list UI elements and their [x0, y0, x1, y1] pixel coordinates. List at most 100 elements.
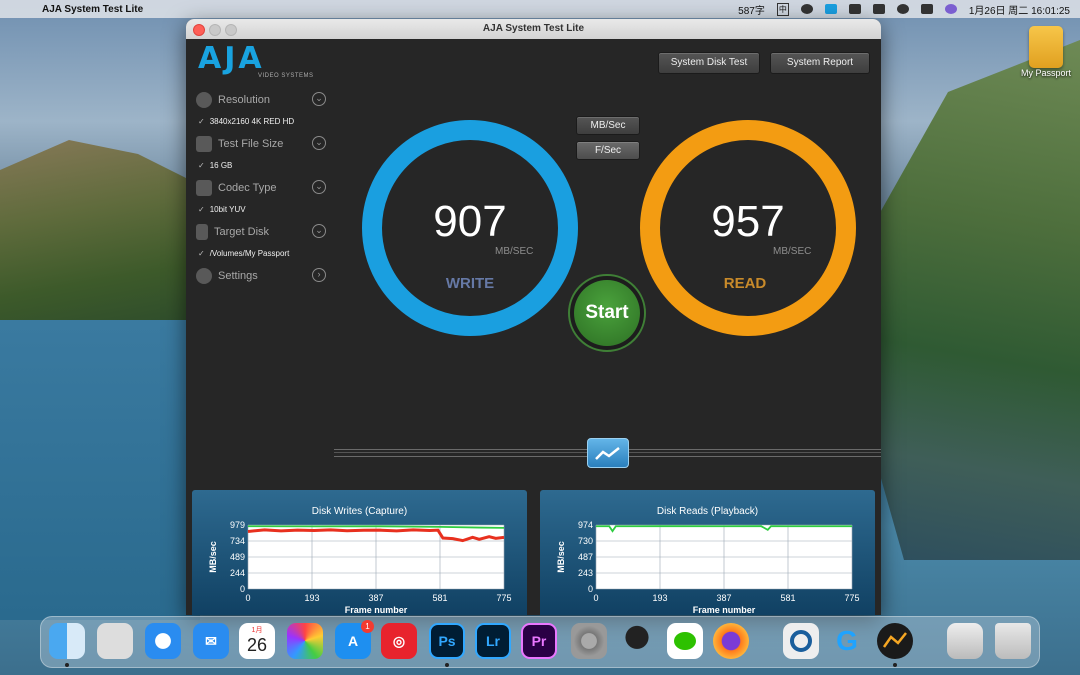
- y-tick-label: 0: [240, 584, 245, 594]
- codec-type-label: Codec Type: [218, 182, 277, 194]
- codec-type-value-text: 10bit YUV: [209, 205, 246, 214]
- volume-icon[interactable]: [872, 4, 885, 14]
- gear-icon: [196, 268, 212, 284]
- downloads-folder-icon[interactable]: [947, 623, 983, 659]
- read-label: READ: [723, 275, 767, 292]
- start-button[interactable]: Start: [568, 274, 646, 352]
- system-disk-test-button[interactable]: System Disk Test: [658, 52, 760, 74]
- calendar-month: 1月: [251, 627, 263, 634]
- codec-type-row[interactable]: Codec Type ⌄: [196, 177, 326, 199]
- settings-chevron-right-icon[interactable]: ›: [312, 268, 326, 282]
- logitech-g-hub-icon[interactable]: G: [829, 623, 865, 659]
- target-disk-row[interactable]: Target Disk ⌄: [196, 221, 326, 243]
- photoshop-icon[interactable]: Ps: [429, 623, 465, 659]
- x-tick-label: 0: [593, 593, 598, 603]
- char-count: 587字: [738, 5, 765, 17]
- launchpad-icon[interactable]: [97, 623, 133, 659]
- wallpaper-hills-right: [860, 40, 1080, 560]
- target-disk-value-text: /Volumes/My Passport: [209, 249, 290, 258]
- x-tick-label: 387: [716, 593, 731, 603]
- desktop-drive-my-passport[interactable]: My Passport: [1021, 26, 1071, 78]
- x-tick-label: 775: [844, 593, 859, 603]
- logitech-icon[interactable]: [824, 4, 837, 14]
- system-preferences-icon[interactable]: [571, 623, 607, 659]
- netease-music-icon[interactable]: ◎: [381, 623, 417, 659]
- aja-system-test-icon[interactable]: [877, 623, 913, 659]
- firefox-icon[interactable]: [713, 623, 749, 659]
- x-tick-label: 387: [368, 593, 383, 603]
- y-tick-label: 979: [230, 520, 245, 530]
- active-app-name[interactable]: AJA System Test Lite: [42, 4, 143, 15]
- test-file-size-chevron-down-icon[interactable]: ⌄: [312, 136, 326, 150]
- app-store-icon[interactable]: A1: [335, 620, 374, 659]
- wifi-icon[interactable]: [896, 4, 909, 14]
- y-tick-label: 734: [230, 536, 245, 546]
- disk-writes-panel: Disk Writes (Capture) 0 193 387 581 775 979 73…: [192, 490, 527, 615]
- resolution-label: Resolution: [218, 94, 270, 106]
- settings-row[interactable]: Settings ›: [196, 265, 326, 287]
- y-tick-label: 0: [588, 584, 593, 594]
- x-tick-label: 581: [432, 593, 447, 603]
- menu-bar: AJA System Test Lite 587字 中 1月26日 周二 16:…: [0, 0, 1080, 18]
- trash-icon[interactable]: [995, 623, 1031, 659]
- f-sec-toggle[interactable]: F/Sec: [576, 141, 640, 160]
- sync-icon[interactable]: [848, 4, 861, 14]
- test-file-size-label: Test File Size: [218, 138, 284, 150]
- creative-cloud-icon[interactable]: [800, 4, 813, 14]
- resolution-row[interactable]: Resolution ⌄: [196, 89, 326, 111]
- siri-icon[interactable]: [944, 4, 957, 14]
- codec-type-chevron-down-icon[interactable]: ⌄: [312, 180, 326, 194]
- lightroom-icon[interactable]: Lr: [475, 623, 511, 659]
- finder-icon[interactable]: [49, 623, 85, 659]
- photos-icon[interactable]: [287, 623, 323, 659]
- disk-reads-panel: Disk Reads (Playback) 0 193 387 581 775 974 73…: [540, 490, 875, 615]
- target-disk-chevron-down-icon[interactable]: ⌄: [312, 224, 326, 238]
- graph-toggle-button[interactable]: [587, 438, 629, 468]
- zoom-window-button[interactable]: [225, 24, 237, 36]
- window-titlebar[interactable]: AJA System Test Lite: [186, 19, 881, 39]
- y-tick-label: 487: [578, 552, 593, 562]
- quicktime-icon[interactable]: [783, 623, 819, 659]
- mail-icon[interactable]: ✉: [193, 623, 229, 659]
- mb-sec-toggle[interactable]: MB/Sec: [576, 116, 640, 135]
- x-tick-label: 193: [652, 593, 667, 603]
- aja-logo-subtitle: VIDEO SYSTEMS: [258, 73, 314, 79]
- disk-writes-chart: 0 193 387 581 775 979 734 489 244 0 Frame number MB…: [208, 520, 512, 615]
- y-tick-label: 243: [578, 568, 593, 578]
- resolution-value-text: 3840x2160 4K RED HD: [209, 117, 295, 126]
- running-indicator: [65, 663, 69, 667]
- menu-clock[interactable]: 1月26日 周二 16:01:25: [969, 2, 1070, 17]
- minimize-window-button[interactable]: [209, 24, 221, 36]
- dock: ✉ 1月 26 A1 ◎ Ps Lr Pr G: [40, 616, 1040, 668]
- settings-label: Settings: [218, 270, 258, 282]
- control-center-icon[interactable]: [920, 4, 933, 14]
- check-icon: ✓: [198, 161, 205, 170]
- premiere-icon[interactable]: Pr: [521, 623, 557, 659]
- aja-window: AJA System Test Lite AJA VIDEO SYSTEMS S…: [186, 19, 881, 615]
- x-tick-label: 193: [304, 593, 319, 603]
- target-disk-value: ✓ /Volumes/My Passport: [196, 243, 326, 265]
- x-axis-label: Frame number: [693, 605, 756, 615]
- aja-dock-graph-icon: [882, 632, 907, 648]
- write-unit: MB/SEC: [495, 246, 534, 257]
- wechat-icon[interactable]: [667, 623, 703, 659]
- calendar-icon[interactable]: 1月 26: [239, 623, 275, 659]
- desktop-drive-label: My Passport: [1020, 68, 1071, 78]
- file-stack-icon: [196, 136, 212, 152]
- check-icon: ✓: [198, 249, 205, 258]
- test-file-size-row[interactable]: Test File Size ⌄: [196, 133, 326, 155]
- safari-icon[interactable]: [145, 623, 181, 659]
- start-button-label: Start: [574, 280, 640, 346]
- close-window-button[interactable]: [193, 24, 205, 36]
- status-area: 587字 中 1月26日 周二 16:01:25: [738, 0, 1070, 18]
- input-method-icon[interactable]: 中: [776, 2, 789, 16]
- running-indicator: [445, 663, 449, 667]
- window-title: AJA System Test Lite: [482, 23, 585, 34]
- graph-line-icon: [595, 447, 620, 460]
- qq-icon[interactable]: [619, 623, 655, 659]
- disk-reads-chart: 0 193 387 581 775 974 730 487 243 0 Frame number MB…: [556, 520, 860, 615]
- resolution-chevron-down-icon[interactable]: ⌄: [312, 92, 326, 106]
- system-report-button[interactable]: System Report: [770, 52, 870, 74]
- y-axis-label: MB/sec: [208, 541, 218, 573]
- app-store-badge: 1: [361, 620, 374, 633]
